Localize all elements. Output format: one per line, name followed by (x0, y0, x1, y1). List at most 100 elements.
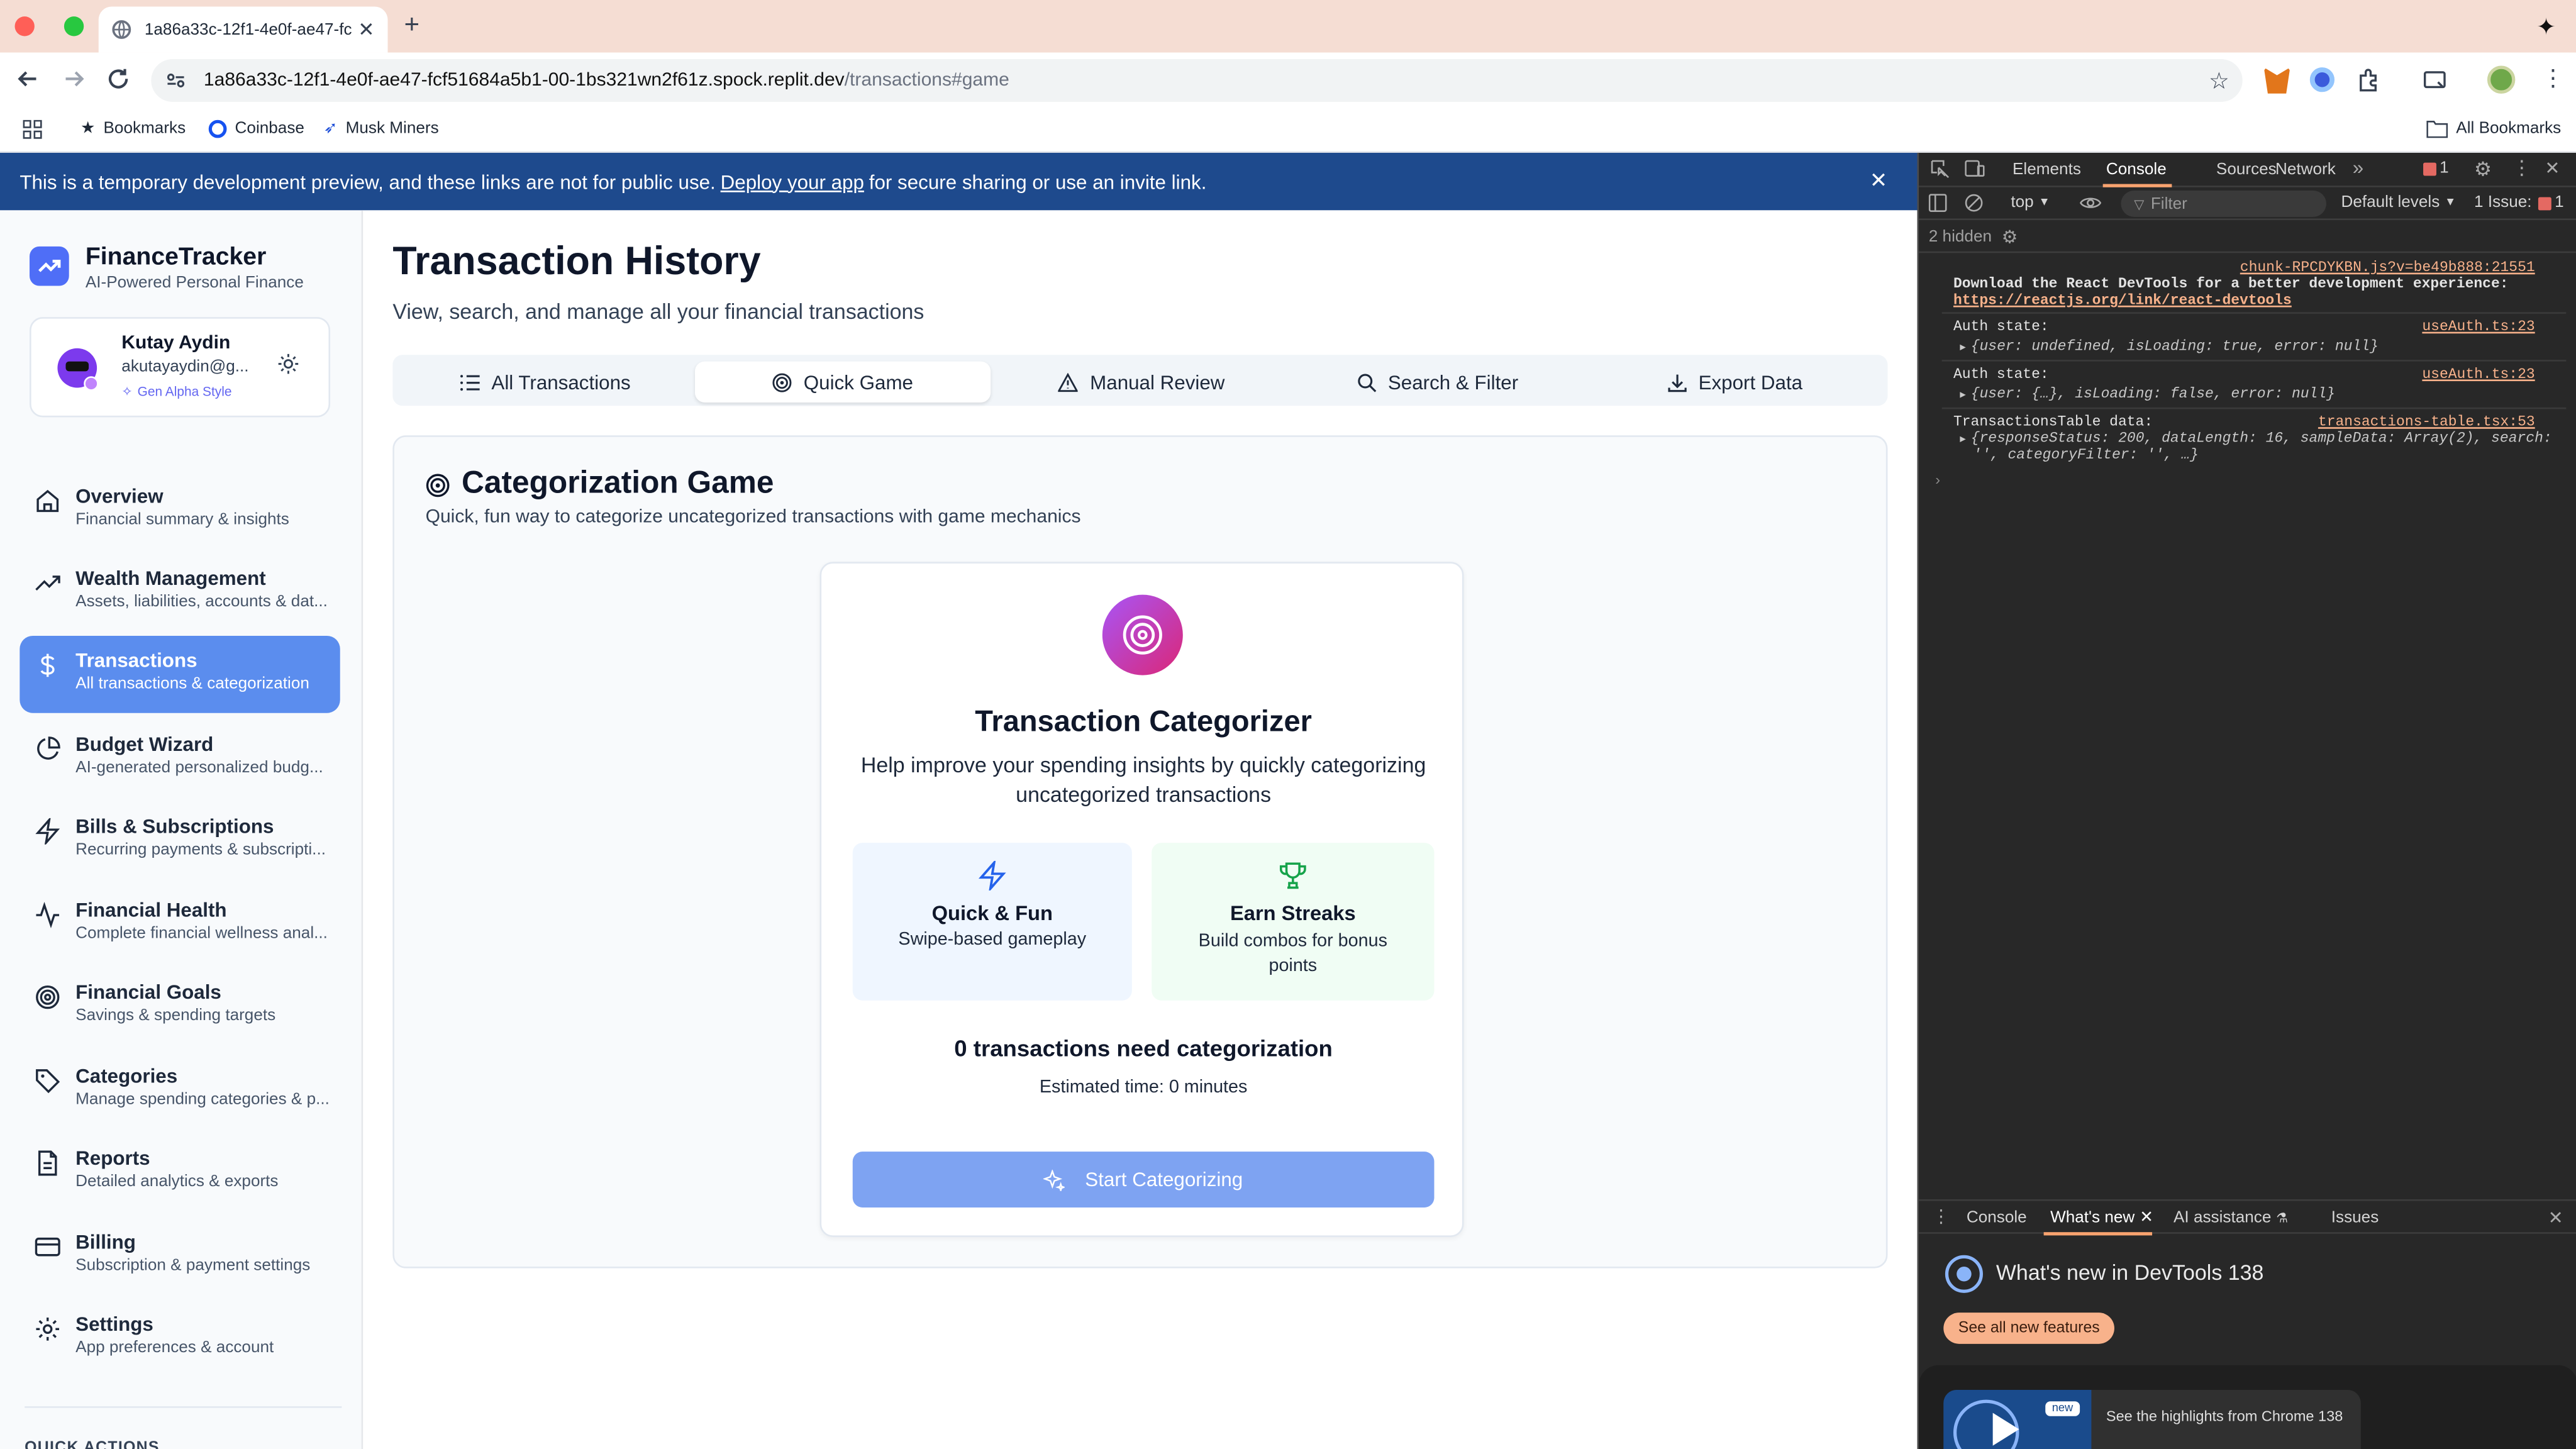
metamask-extension-icon[interactable] (2263, 67, 2290, 94)
log-object[interactable]: ▶ {user: undefined, isLoading: true, erro… (1960, 338, 2378, 355)
log-source-link[interactable]: transactions-table.tsx:53 (2318, 414, 2535, 430)
sidebar: FinanceTracker AI-Powered Personal Finan… (0, 210, 364, 1449)
highlights-card[interactable]: new See the highlights from Chrome 138 (1943, 1389, 2361, 1449)
devtools-menu-icon[interactable]: ⋮ (2512, 156, 2531, 179)
drawer-tab-console[interactable]: Console (1967, 1209, 2027, 1228)
sidebar-item-financial-goals[interactable]: Financial Goals Savings & spending targe… (19, 968, 340, 1045)
sidebar-item-categories[interactable]: Categories Manage spending categories & … (19, 1052, 340, 1129)
window-close-button[interactable] (14, 16, 35, 36)
star-icon: ★ (80, 119, 96, 138)
drawer-tab-issues[interactable]: Issues (2331, 1209, 2379, 1228)
error-icon (2423, 162, 2436, 175)
log-object[interactable]: ▶ {responseStatus: 200, dataLength: 16, s… (1960, 430, 2551, 447)
address-bar[interactable]: 1a86a33c-12f1-4e0f-ae47-fcf51684a5b1-00-… (151, 59, 2243, 102)
log-levels-dropdown[interactable]: Default levels ▼ (2341, 194, 2456, 212)
site-info-icon[interactable] (164, 69, 187, 92)
devtools-tab-sources[interactable]: Sources (2216, 161, 2277, 179)
sidebar-item-overview[interactable]: Overview Financial summary & insights (19, 472, 340, 549)
tab-quick-game[interactable]: Quick Game (694, 361, 991, 402)
console-settings-icon[interactable]: ⚙ (2002, 226, 2018, 248)
log-source-link[interactable]: useAuth.ts:23 (2422, 319, 2534, 335)
tab-search-filter[interactable]: Search & Filter (1290, 362, 1585, 402)
activity-icon (36, 902, 60, 928)
profile-avatar[interactable] (2487, 65, 2516, 94)
log-source-link[interactable]: useAuth.ts:23 (2422, 367, 2534, 383)
console-filter-input[interactable]: ▽ Filter (2121, 191, 2326, 217)
sidebar-item-settings[interactable]: Settings App preferences & account (19, 1299, 340, 1377)
inspect-element-icon[interactable] (1930, 159, 1950, 179)
clear-console-icon[interactable] (1965, 194, 1983, 212)
close-icon[interactable]: ✕ (2140, 1209, 2153, 1228)
sidebar-item-financial-health[interactable]: Financial Health Complete financial well… (19, 886, 340, 963)
tab-close-icon[interactable]: ✕ (358, 18, 374, 42)
more-tabs-chevron-icon[interactable]: » (2353, 156, 2363, 179)
apps-grid-icon[interactable] (23, 119, 43, 140)
console-prompt-icon[interactable]: › (1935, 472, 1940, 488)
error-count: 1 (2440, 159, 2449, 178)
button-label: Start Categorizing (1085, 1168, 1243, 1191)
forward-button[interactable] (61, 65, 87, 92)
error-counter[interactable]: 1 (2423, 159, 2449, 177)
context-selector[interactable]: top ▼ (2011, 194, 2050, 212)
sidebar-item-bills-subscriptions[interactable]: Bills & Subscriptions Recurring payments… (19, 802, 340, 879)
extension-circle-icon[interactable] (2309, 67, 2334, 92)
tab-label: Export Data (1698, 370, 1803, 394)
bookmark-musk-miners[interactable]: ➶ Musk Miners (324, 120, 439, 138)
react-devtools-link[interactable]: https://reactjs.org/link/react-devtools (1953, 292, 2292, 309)
card-title: Categorization Game (462, 466, 774, 501)
cast-icon[interactable] (2421, 67, 2448, 94)
sidebar-item-budget-wizard[interactable]: Budget Wizard AI-generated personalized … (19, 719, 340, 797)
tab-all-transactions[interactable]: All Transactions (399, 362, 692, 402)
sidebar-item-desc: AI-generated personalized budg... (75, 758, 323, 777)
log-object[interactable]: ▶ {user: {…}, isLoading: false, error: nu… (1960, 386, 2334, 402)
drawer-close-icon[interactable]: ✕ (2548, 1208, 2563, 1229)
extensions-puzzle-icon[interactable] (2356, 67, 2382, 94)
devtools-close-icon[interactable]: ✕ (2545, 158, 2560, 179)
sidebar-item-transactions[interactable]: Transactions All transactions & categori… (19, 635, 340, 713)
deploy-app-link[interactable]: Deploy your app (721, 170, 864, 193)
reload-button[interactable] (105, 65, 131, 92)
back-button[interactable] (15, 65, 42, 92)
devtools-tab-elements[interactable]: Elements (2012, 161, 2081, 179)
theme-toggle-sun-icon[interactable] (277, 353, 299, 375)
bookmark-star-icon[interactable]: ☆ (2209, 67, 2229, 94)
drawer-tab-ai-assistance[interactable]: AI assistance ⚗ (2174, 1209, 2288, 1228)
issues-counter[interactable]: 1 Issue: 1 (2474, 194, 2564, 212)
browser-menu-icon[interactable]: ⋮ (2541, 64, 2565, 92)
profile-sparkle-icon[interactable]: ✦ (2536, 13, 2556, 41)
browser-tab[interactable]: 1a86a33c-12f1-4e0f-ae47-fc ✕ (98, 6, 388, 53)
banner-text: This is a temporary development preview,… (19, 170, 716, 193)
drawer-menu-icon[interactable]: ⋮ (1932, 1206, 1950, 1227)
tab-manual-review[interactable]: Manual Review (994, 362, 1289, 402)
tab-export-data[interactable]: Export Data (1589, 362, 1881, 402)
user-style-badge[interactable]: ✧ Gen Alpha Style (121, 384, 231, 399)
log-source-link[interactable]: chunk-RPCDYKBN.js?v=be49b888:21551 (2240, 260, 2535, 276)
devtools-settings-icon[interactable]: ⚙ (2474, 158, 2492, 181)
bookmark-bookmarks[interactable]: ★ Bookmarks (80, 120, 186, 138)
banner-close-icon[interactable]: ✕ (1870, 167, 1887, 194)
expand-triangle-icon: ▶ (1960, 433, 1966, 445)
tab-label: Search & Filter (1387, 370, 1519, 394)
log-object-text: '', categoryFilter: '', …} (1973, 447, 2199, 464)
live-expression-eye-icon[interactable] (2080, 194, 2102, 212)
video-thumbnail: new (1943, 1389, 2092, 1449)
drawer-tab-whats-new[interactable]: What's new ✕ (2050, 1209, 2153, 1228)
user-card[interactable]: Kutay Aydin akutayaydin@g... ✧ Gen Alpha … (30, 317, 331, 418)
sidebar-toggle-icon[interactable] (1928, 194, 1947, 212)
devtools-tab-network[interactable]: Network (2275, 161, 2336, 179)
window-zoom-button[interactable] (64, 16, 84, 36)
main-content: Transaction History View, search, and ma… (363, 210, 1918, 1449)
sidebar-item-desc: Manage spending categories & p... (75, 1091, 330, 1109)
see-all-features-button[interactable]: See all new features (1943, 1313, 2115, 1344)
game-title: Transaction Categorizer (975, 704, 1312, 738)
user-name: Kutay Aydin (121, 333, 231, 353)
device-toolbar-icon[interactable] (1965, 159, 1985, 179)
bookmark-coinbase[interactable]: Coinbase (208, 119, 304, 138)
devtools-tab-console[interactable]: Console (2106, 161, 2167, 179)
sidebar-item-reports[interactable]: Reports Detailed analytics & exports (19, 1133, 340, 1211)
sidebar-item-billing[interactable]: Billing Subscription & payment settings (19, 1218, 340, 1295)
all-bookmarks-folder[interactable]: All Bookmarks (2426, 120, 2561, 138)
start-categorizing-button[interactable]: Start Categorizing (852, 1152, 1435, 1208)
new-tab-button[interactable]: + (404, 11, 419, 41)
sidebar-item-wealth-management[interactable]: Wealth Management Assets, liabilities, a… (19, 553, 340, 631)
